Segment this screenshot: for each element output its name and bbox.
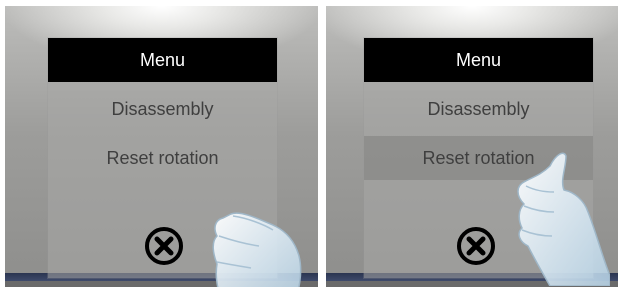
menu-title: Menu (364, 38, 593, 82)
menu-item-disassembly[interactable]: Disassembly (364, 87, 593, 131)
close-circle-icon[interactable] (456, 226, 496, 266)
vr-view-right: Menu Disassembly Reset rotation (326, 6, 618, 287)
menu-item-disassembly[interactable]: Disassembly (48, 87, 277, 131)
hand-pointer-icon (517, 152, 610, 286)
vr-view-left: Menu Disassembly Reset rotation (5, 6, 318, 287)
menu-title: Menu (48, 38, 277, 82)
menu-item-reset-rotation[interactable]: Reset rotation (48, 136, 277, 180)
close-circle-icon[interactable] (144, 226, 184, 266)
hand-pointer-icon (212, 212, 302, 287)
